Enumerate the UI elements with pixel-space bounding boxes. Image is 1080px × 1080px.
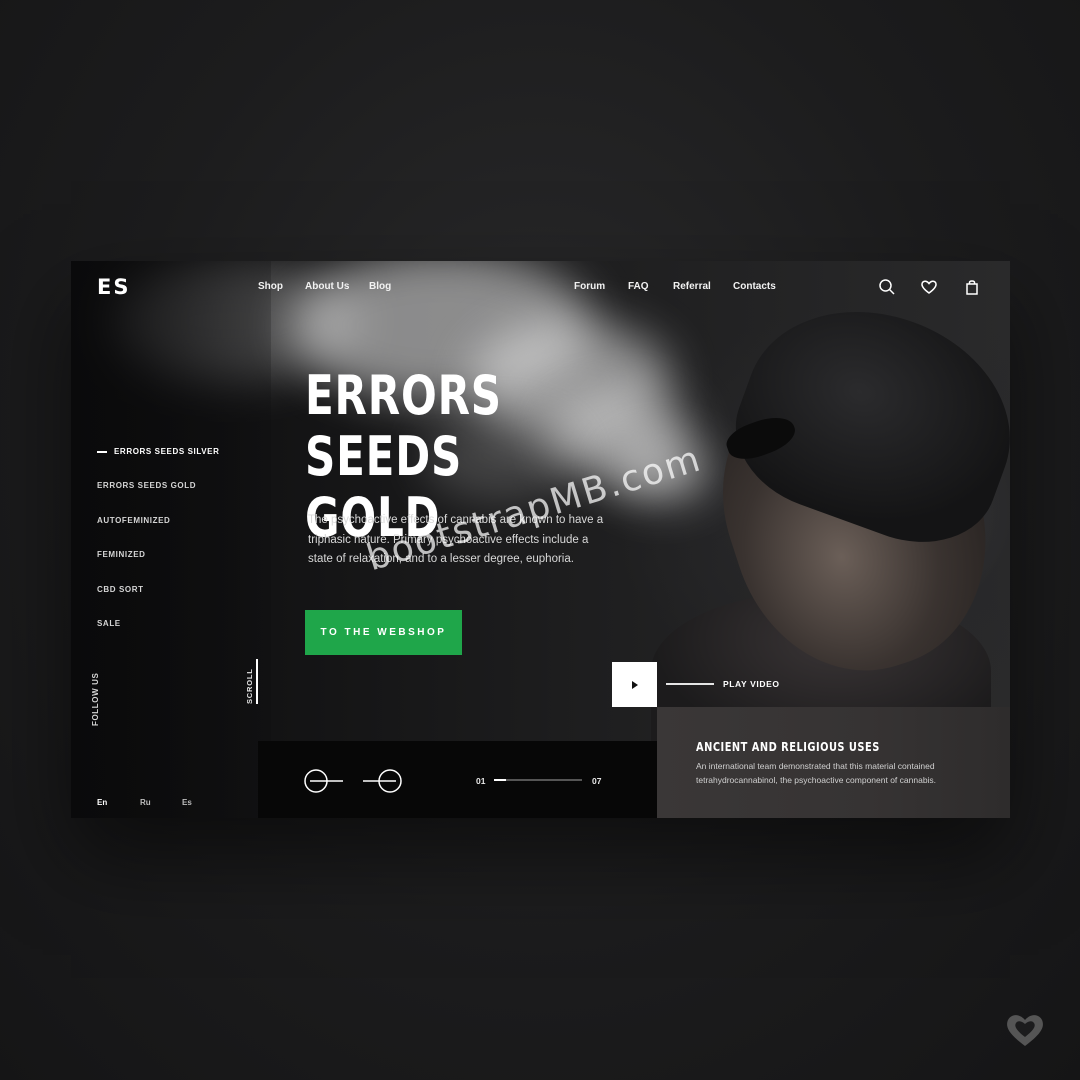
- nav-shop[interactable]: Shop: [258, 281, 283, 292]
- info-card-title: ANCIENT AND RELIGIOUS USES: [696, 740, 880, 754]
- slide-progress-fill: [494, 779, 507, 781]
- slide-current: 01: [476, 776, 486, 786]
- nav-faq[interactable]: FAQ: [628, 281, 649, 292]
- info-card[interactable]: ANCIENT AND RELIGIOUS USES An internatio…: [657, 707, 1010, 818]
- category-feminized[interactable]: FEMINIZED: [97, 550, 146, 559]
- lang-es[interactable]: Es: [182, 798, 192, 807]
- search-icon[interactable]: [878, 278, 896, 296]
- info-card-text: An international team demonstrated that …: [696, 761, 937, 785]
- category-autofeminized[interactable]: AUTOFEMINIZED: [97, 516, 170, 525]
- lang-en[interactable]: En: [97, 798, 107, 807]
- prev-arrow-icon[interactable]: [304, 769, 344, 793]
- slider-controls: 01 07: [258, 741, 657, 818]
- category-cbd-sort[interactable]: CBD SORT: [97, 585, 144, 594]
- category-errors-seeds-silver[interactable]: ERRORS SEEDS SILVER: [97, 447, 220, 456]
- category-sale[interactable]: SALE: [97, 619, 121, 628]
- nav-blog[interactable]: Blog: [369, 281, 391, 292]
- play-icon: [632, 681, 638, 689]
- nav-forum[interactable]: Forum: [574, 281, 605, 292]
- follow-us-label[interactable]: FOLLOW US: [91, 656, 100, 726]
- heart-icon[interactable]: [920, 278, 938, 296]
- scroll-label[interactable]: SCROLL: [245, 654, 254, 704]
- play-video-label[interactable]: PLAY VIDEO: [723, 679, 780, 689]
- shopping-bag-icon[interactable]: [963, 278, 981, 296]
- category-errors-seeds-gold[interactable]: ERRORS SEEDS GOLD: [97, 481, 196, 490]
- play-line: [666, 683, 714, 685]
- next-arrow-icon[interactable]: [362, 769, 402, 793]
- heart-logo-icon: [1004, 1012, 1046, 1048]
- nav-about-us[interactable]: About Us: [305, 281, 349, 292]
- to-webshop-button[interactable]: TO THE WEBSHOP: [305, 610, 462, 655]
- slide-progress-track: [494, 779, 582, 781]
- nav-contacts[interactable]: Contacts: [733, 281, 776, 292]
- scroll-line: [256, 659, 258, 704]
- active-dash: [97, 451, 107, 453]
- play-video-button[interactable]: [612, 662, 657, 707]
- logo[interactable]: ES: [97, 275, 130, 299]
- lang-ru[interactable]: Ru: [140, 798, 151, 807]
- nav-referral[interactable]: Referral: [673, 281, 711, 292]
- landing-page: ES Shop About Us Blog Forum FAQ Referral…: [71, 261, 1010, 818]
- slide-total: 07: [592, 776, 602, 786]
